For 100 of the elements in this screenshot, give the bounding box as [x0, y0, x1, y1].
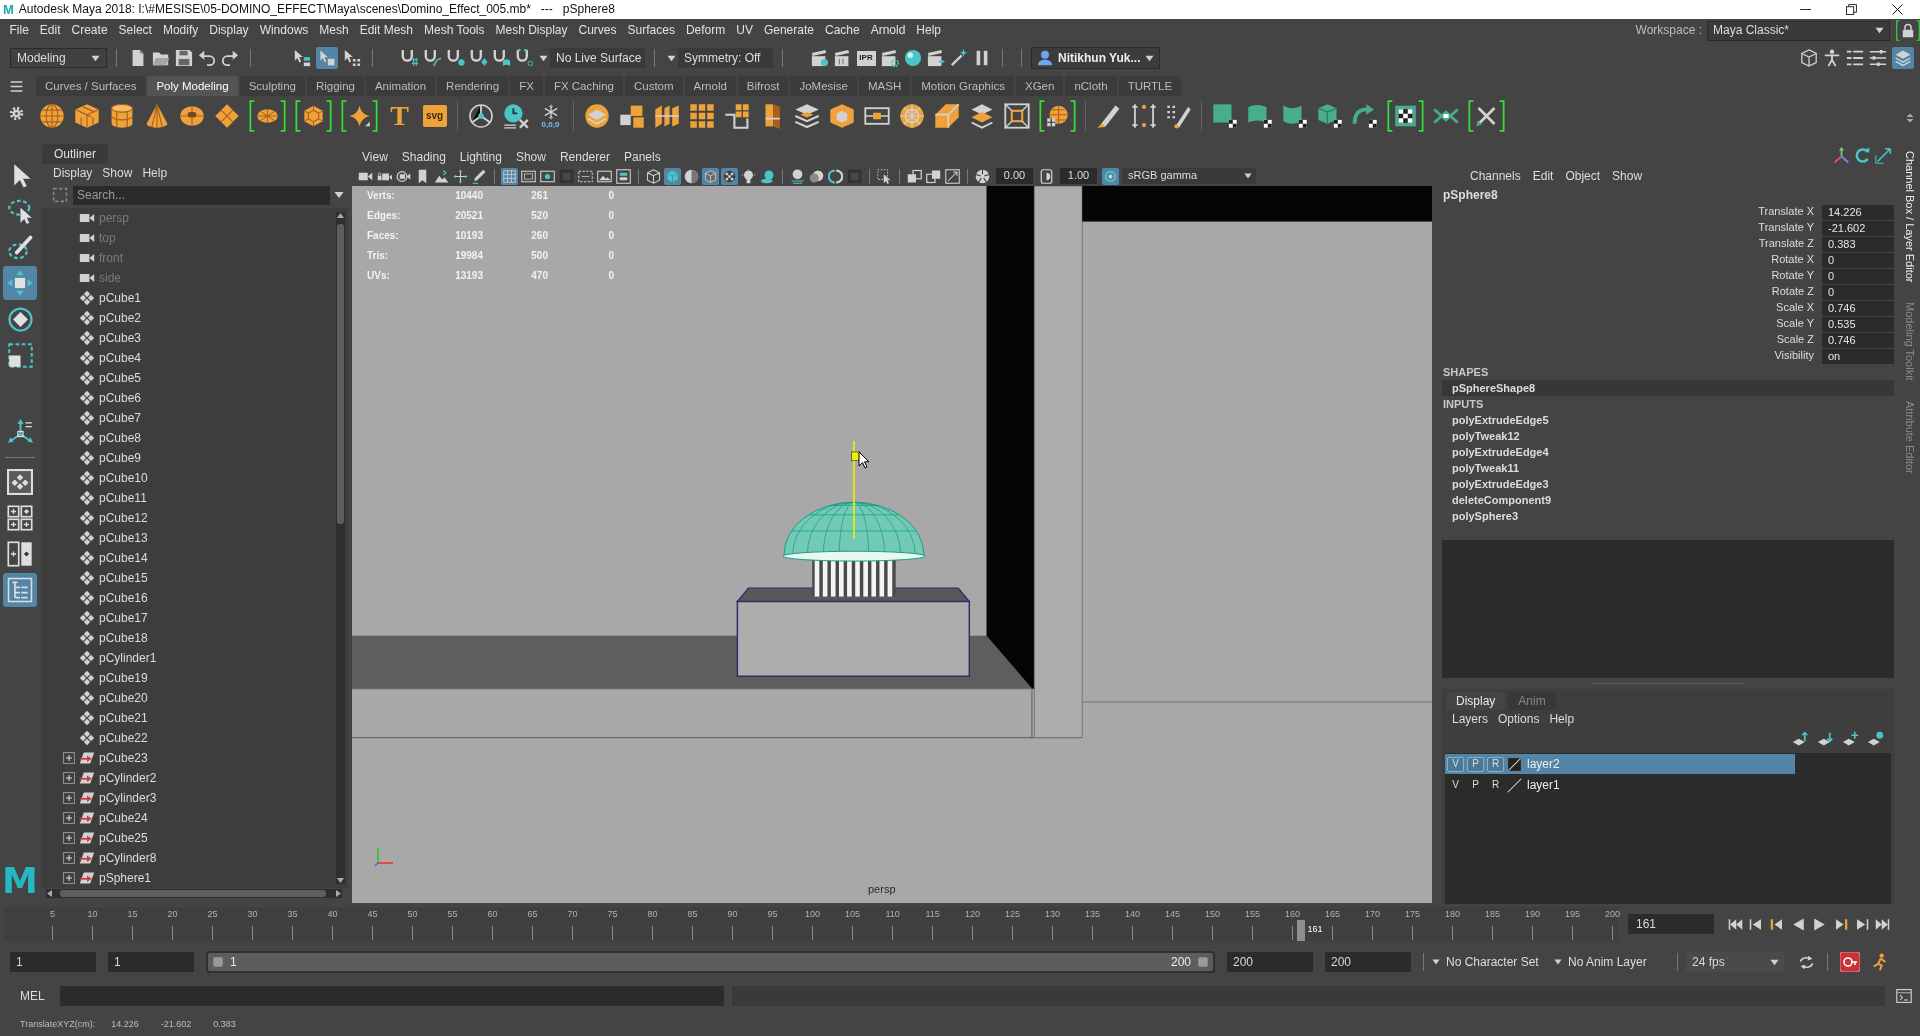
shelf-button[interactable]: svg [422, 105, 447, 127]
shape-node-name[interactable]: pSphereShape8 [1442, 380, 1894, 396]
character-set-dropdown[interactable]: No Character Set [1428, 952, 1550, 972]
plus-box-icon[interactable] [62, 812, 76, 824]
channel-name[interactable]: Rotate Y [1442, 269, 1822, 283]
checker-frame-icon[interactable] [1386, 100, 1424, 132]
channel-value-field[interactable]: 0 [1822, 268, 1894, 284]
menu-item[interactable]: Create [66, 23, 114, 38]
shelf-button[interactable]: 0,0,0 [537, 103, 564, 129]
restore-icon[interactable] [1845, 4, 1857, 15]
menu-item[interactable]: Deform [680, 23, 731, 38]
handle-icon[interactable] [212, 956, 224, 968]
menu-icon[interactable] [9, 80, 23, 93]
menu-item[interactable]: Mesh Display [490, 23, 574, 38]
outliner-item[interactable]: pCube17 [99, 610, 148, 626]
sphere-shadow-icon[interactable] [760, 168, 775, 184]
select-frame-icon[interactable] [877, 168, 892, 184]
command-language-button[interactable]: MEL [14, 988, 51, 1004]
curved-sheet-checker-icon[interactable] [1281, 103, 1308, 129]
magnet-grid-icon[interactable] [400, 49, 419, 67]
outliner-item[interactable]: pCube21 [99, 710, 148, 726]
picture-frame-icon[interactable] [597, 168, 612, 184]
component-select-icon[interactable] [342, 49, 361, 67]
layer-toggle-button[interactable]: V [1447, 777, 1464, 793]
shelf-tab[interactable]: Rendering [437, 76, 509, 96]
input-node-name[interactable]: polyTweak11 [1442, 460, 1894, 476]
magnet-point-icon[interactable] [446, 49, 465, 67]
gamma-field[interactable]: 1.00 [1060, 168, 1097, 184]
outliner-item[interactable]: pCube8 [99, 430, 142, 446]
input-node-name[interactable]: polyExtrudeEdge5 [1442, 412, 1894, 428]
circle-frame-icon[interactable] [540, 168, 555, 184]
menu-item[interactable]: Show [97, 165, 138, 181]
menu-item[interactable]: Help [137, 165, 173, 181]
object-select-icon[interactable] [315, 47, 338, 69]
shelf-tab[interactable]: TURTLE [1118, 76, 1182, 96]
half-shaded-circle-icon[interactable] [684, 168, 699, 184]
rotate-ring-icon[interactable] [7, 306, 33, 332]
time-slider[interactable]: 5 10 15 20 25 30 35 40 45 50 55 60 65 70 75 80 85 90 95 100 105 110 115 120 125 130 135 140 145 150 155 160 165 170 175 180 185 190 195 200 161 [4, 907, 1618, 941]
grid-squares-icon[interactable] [688, 103, 715, 129]
outliner-item[interactable]: pCylinder3 [99, 790, 157, 806]
playback-start-field[interactable]: 1 [108, 952, 194, 972]
clapperboard-icon[interactable] [833, 49, 852, 67]
plane-plus-icon[interactable] [1842, 730, 1859, 748]
settings-icon[interactable] [8, 106, 24, 121]
outliner-item[interactable]: pCube6 [99, 390, 142, 406]
plus-box-icon[interactable] [62, 852, 76, 864]
outliner-item[interactable]: pCube3 [99, 330, 142, 346]
vertical-scrollbar[interactable] [336, 212, 345, 884]
channel-value-field[interactable]: 0 [1822, 252, 1894, 268]
outliner-item[interactable]: pCube13 [99, 530, 148, 546]
framed-bar-icon[interactable] [616, 168, 631, 184]
playhead[interactable] [1296, 920, 1305, 941]
magic-wand-icon[interactable] [949, 49, 968, 67]
outliner-item[interactable]: pCube5 [99, 370, 142, 386]
outliner-item[interactable]: pCube14 [99, 550, 148, 566]
layer-toggle-button[interactable]: V [1447, 756, 1464, 772]
menu-item[interactable]: Help [910, 23, 947, 38]
four-panes-icon[interactable] [7, 505, 33, 531]
square-checker-icon[interactable] [1211, 103, 1238, 129]
menu-item[interactable]: Edit [34, 23, 67, 38]
channel-value-field[interactable]: 0.746 [1822, 332, 1894, 348]
redo-arrow-icon[interactable] [220, 49, 239, 67]
wire-shaded-cube-icon[interactable] [702, 167, 719, 185]
channel-value-field[interactable]: 0.535 [1822, 316, 1894, 332]
loop-arrows-icon[interactable] [1798, 953, 1815, 971]
menu-item[interactable]: Options [1493, 711, 1545, 727]
mountain-icon[interactable] [434, 168, 449, 184]
paint-brush-icon[interactable] [7, 234, 33, 260]
color-wheel-icon[interactable] [1102, 167, 1119, 185]
double-frame-icon[interactable] [521, 168, 536, 184]
pan-arrows-icon[interactable] [453, 168, 468, 184]
animation-start-field[interactable]: 1 [10, 952, 96, 972]
channel-name[interactable]: Scale Z [1442, 333, 1822, 347]
menu-item[interactable]: Surfaces [622, 23, 681, 38]
menu-item[interactable]: Lighting [452, 149, 509, 165]
plus-box-icon[interactable] [62, 832, 76, 844]
channel-value-field[interactable]: 0 [1822, 284, 1894, 300]
stacked-squares-icon[interactable] [907, 168, 922, 184]
input-node-name[interactable]: polyTweak12 [1442, 428, 1894, 444]
corner-cube-icon[interactable] [933, 103, 960, 129]
outliner-item[interactable]: pCube11 [99, 490, 147, 506]
workspace-dropdown[interactable]: Maya Classic* [1707, 20, 1890, 41]
menu-item[interactable]: Select [113, 23, 158, 38]
dashed-frame-icon[interactable] [578, 168, 593, 184]
shelf-tab[interactable]: Bifrost [737, 76, 789, 96]
channel-value-field[interactable]: 0.746 [1822, 300, 1894, 316]
menu-item[interactable]: Curves [573, 23, 623, 38]
horizontal-scrollbar[interactable] [46, 889, 342, 898]
channel-name[interactable]: Translate Z [1442, 237, 1822, 251]
cylinder-icon[interactable] [108, 103, 135, 129]
key-back-icon[interactable] [1770, 916, 1785, 932]
plus-box-icon[interactable] [62, 772, 76, 784]
menu-item[interactable]: View [355, 149, 395, 165]
half-circle-box-icon[interactable] [1039, 168, 1054, 184]
menu-item[interactable]: Edit Mesh [354, 23, 419, 38]
shelf-tab[interactable]: MASH [859, 76, 911, 96]
channel-value-field[interactable]: 0.383 [1822, 236, 1894, 252]
live-surface-field[interactable]: No Live Surface [550, 48, 645, 68]
sphere-blur-icon[interactable] [809, 168, 824, 184]
animation-end-field[interactable]: 200 [1325, 952, 1411, 972]
